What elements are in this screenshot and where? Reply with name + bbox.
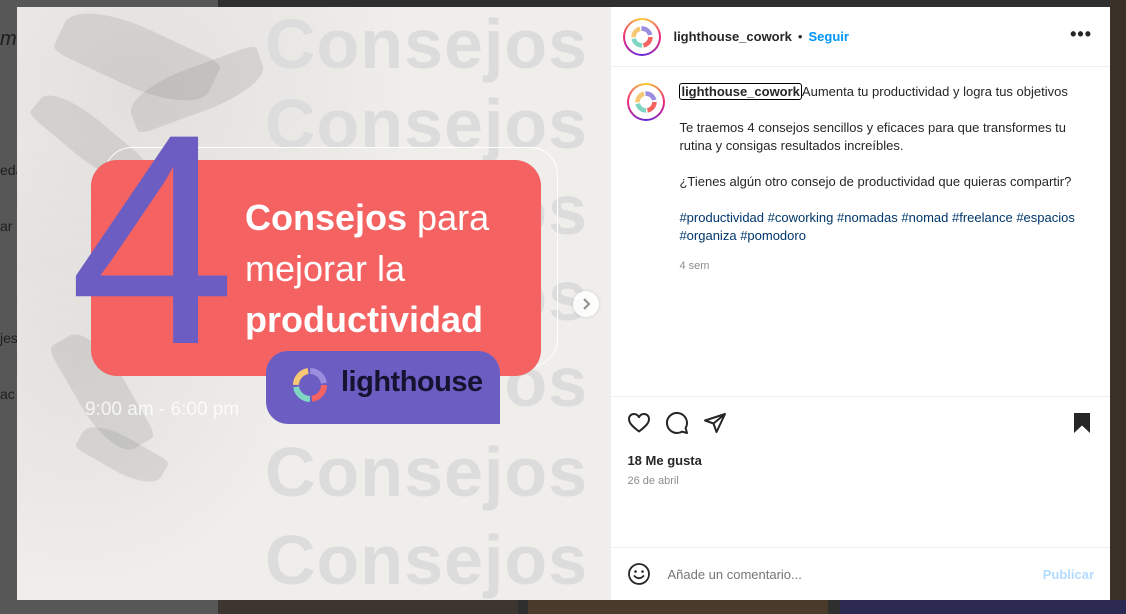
background-nav-fragment: jes	[0, 330, 18, 346]
headline-word: para	[407, 197, 490, 238]
chevron-right-icon	[583, 298, 591, 310]
headline-line: mejorar la	[245, 248, 406, 289]
big-number: 4	[69, 71, 236, 407]
post-header: lighthouse_cowork • Seguir •••	[611, 7, 1110, 67]
headline-bold-word: productividad	[245, 299, 484, 340]
caption-area: lighthouse_cowork Aumenta tu productivida…	[611, 67, 1110, 396]
logo-text: lighthouse	[341, 366, 483, 398]
avatar[interactable]	[627, 83, 666, 121]
avatar[interactable]	[623, 17, 662, 56]
hashtag-link[interactable]: #espacios	[1016, 210, 1075, 225]
background-nav-fragment: ac	[0, 386, 15, 402]
hashtag-link[interactable]: #freelance	[952, 210, 1013, 225]
header-username[interactable]: lighthouse_cowork	[673, 29, 791, 44]
caption-username[interactable]: lighthouse_cowork	[679, 83, 802, 100]
separator-dot: •	[797, 29, 803, 44]
hashtag-link[interactable]: #nomad	[901, 210, 948, 225]
post-image[interactable]: Consejos Consejos Consejos Consejos Cons…	[17, 7, 611, 600]
follow-button[interactable]: Seguir	[808, 29, 848, 44]
heart-icon[interactable]	[627, 411, 651, 435]
likes-count[interactable]: 18 Me gusta	[627, 453, 701, 468]
actions-section: 18 Me gusta 26 de abril	[611, 396, 1110, 547]
background-tile	[1110, 0, 1126, 600]
watermark-text: Consejos	[265, 7, 589, 83]
caption-paragraph: ¿Tienes algún otro consejo de productivi…	[679, 174, 1072, 189]
action-icons	[627, 411, 727, 435]
headline-bold-word: Consejos	[245, 197, 408, 238]
bookmark-icon[interactable]	[1070, 411, 1094, 435]
publish-button[interactable]: Publicar	[1043, 567, 1094, 582]
background-nav-fragment: ar	[0, 218, 13, 234]
share-icon[interactable]	[703, 411, 727, 435]
post-date: 26 de abril	[627, 475, 679, 487]
comment-icon[interactable]	[665, 411, 689, 435]
opening-hours: 9:00 am - 6:00 pm	[85, 399, 240, 420]
caption-paragraph: Te traemos 4 consejos sencillos y eficac…	[679, 120, 1067, 153]
hashtag-link[interactable]: #pomodoro	[740, 228, 806, 243]
post-modal: Consejos Consejos Consejos Consejos Cons…	[17, 7, 1110, 600]
watermark-text: Consejos	[265, 433, 589, 511]
background-logo-fragment: m	[0, 28, 17, 50]
watermark-text: Consejos	[265, 521, 589, 599]
hashtag-link[interactable]: #productividad	[679, 210, 764, 225]
caption-line: Aumenta tu productividad y logra tus obj…	[801, 84, 1068, 99]
background-tile	[840, 600, 1126, 614]
caption-time[interactable]: 4 sem	[679, 257, 1079, 275]
lighthouse-logo-icon	[631, 25, 654, 48]
lighthouse-logo-icon	[635, 91, 658, 113]
more-options-button[interactable]: •••	[1070, 24, 1092, 45]
background-tile	[218, 600, 518, 614]
hashtag-link[interactable]: #organiza	[679, 228, 736, 243]
lighthouse-logo-icon	[293, 368, 327, 402]
hashtag-list: #productividad #coworking #nomadas #noma…	[679, 209, 1079, 245]
post-panel: lighthouse_cowork • Seguir ••• lighthous…	[610, 7, 1110, 600]
caption-text: lighthouse_cowork Aumenta tu productivida…	[679, 83, 1079, 275]
headline-text: Consejos para mejorar la productividad	[245, 192, 489, 345]
hashtag-link[interactable]: #coworking	[768, 210, 834, 225]
hashtag-link[interactable]: #nomadas	[837, 210, 898, 225]
comment-input[interactable]	[665, 565, 1030, 583]
emoji-icon[interactable]	[627, 562, 651, 586]
next-image-button[interactable]	[573, 291, 599, 317]
comment-bar: Publicar	[611, 547, 1110, 600]
avatar-inner	[625, 19, 660, 54]
background-tile	[528, 600, 828, 614]
avatar-inner	[629, 85, 664, 119]
